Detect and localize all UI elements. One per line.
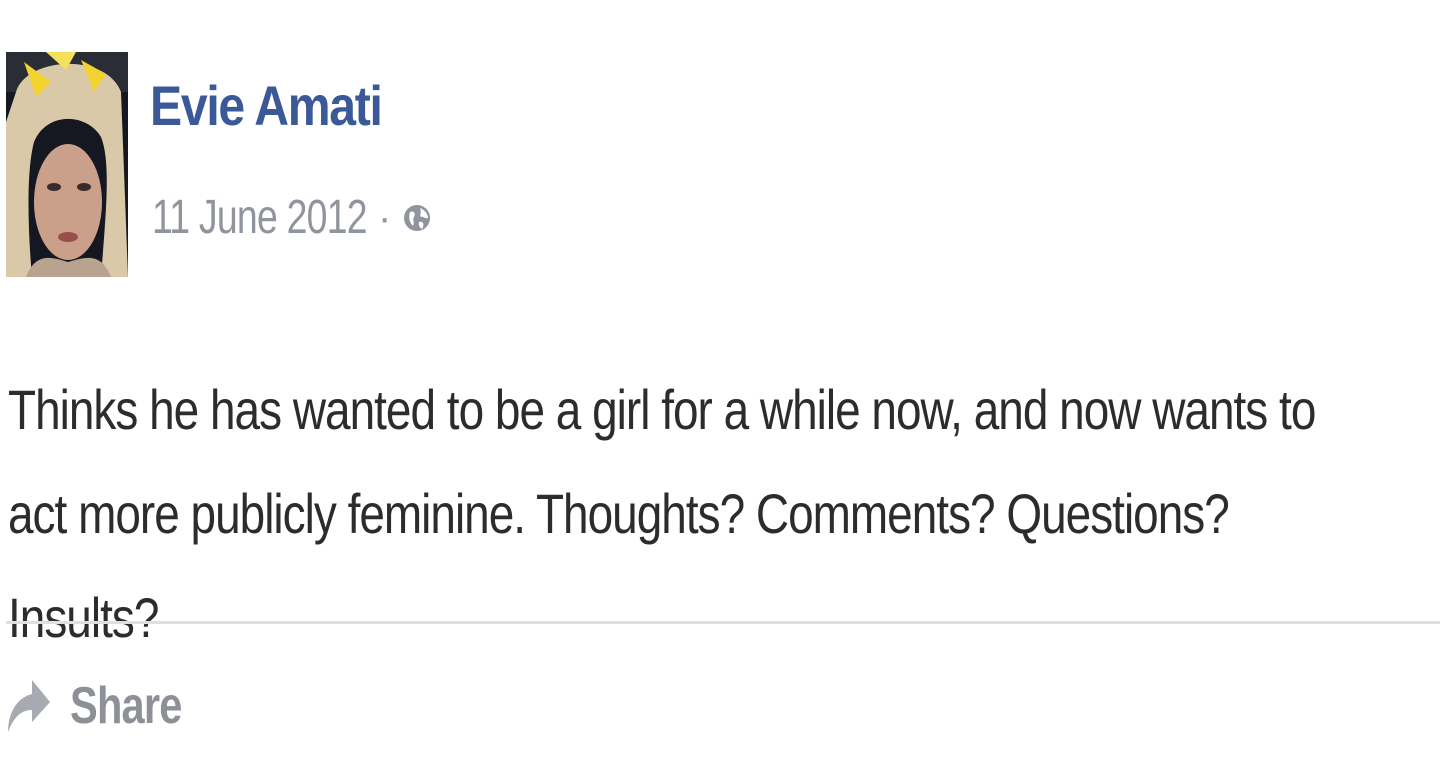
divider xyxy=(6,621,1440,624)
share-arrow-icon xyxy=(6,676,52,736)
author-name[interactable]: Evie Amati xyxy=(150,78,383,134)
profile-photo xyxy=(6,52,128,277)
share-label: Share xyxy=(70,677,182,735)
meta-separator: · xyxy=(378,196,392,240)
globe-icon[interactable] xyxy=(401,202,433,234)
post-meta: 11 June 2012 · xyxy=(152,194,433,242)
share-button[interactable]: Share xyxy=(6,676,210,736)
avatar[interactable] xyxy=(6,52,128,277)
post-date[interactable]: 11 June 2012 xyxy=(152,194,368,242)
facebook-post: Evie Amati 11 June 2012 · Thinks he has … xyxy=(0,0,1440,775)
